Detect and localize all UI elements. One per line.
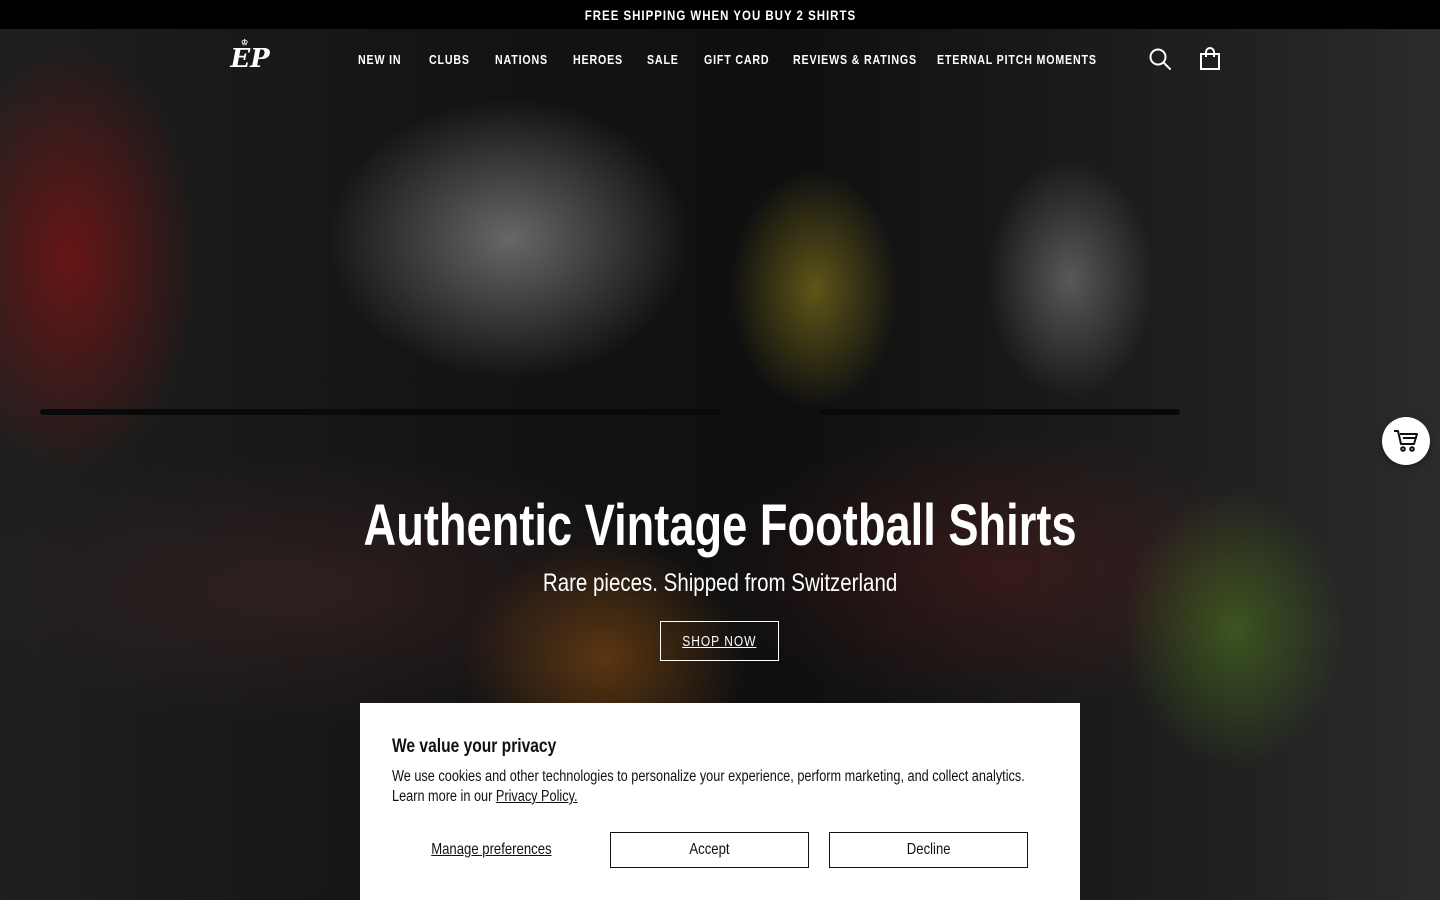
nav-item-eternal-pitch-moments[interactable]: ETERNAL PITCH MOMENTS xyxy=(937,52,1097,67)
consent-title: We value your privacy xyxy=(392,736,557,757)
decline-button[interactable]: Decline xyxy=(829,832,1028,868)
crown-icon: ♔ xyxy=(241,37,249,47)
cart-icon xyxy=(1394,430,1418,452)
logo[interactable]: ♔ EP xyxy=(230,37,270,79)
consent-actions: Manage preferences Accept Decline xyxy=(392,832,1048,868)
nav-item-new-in[interactable]: NEW IN xyxy=(358,52,429,67)
privacy-policy-link[interactable]: Privacy Policy. xyxy=(496,788,578,805)
nav-item-clubs[interactable]: CLUBS xyxy=(429,52,495,67)
floating-cart-button[interactable] xyxy=(1382,417,1430,465)
shop-now-button[interactable]: SHOP NOW xyxy=(660,621,779,661)
main-nav: NEW IN CLUBS NATIONS HEROES SALE GIFT CA… xyxy=(358,29,1097,89)
manage-preferences-button[interactable]: Manage preferences xyxy=(392,832,591,868)
consent-text: We use cookies and other technologies to… xyxy=(392,768,1025,805)
announcement-bar: FREE SHIPPING WHEN YOU BUY 2 SHIRTS xyxy=(0,0,1440,29)
shopping-bag-icon[interactable] xyxy=(1197,46,1223,72)
cookie-consent-dialog: We value your privacy We use cookies and… xyxy=(360,703,1080,900)
search-icon[interactable] xyxy=(1147,46,1173,72)
nav-item-nations[interactable]: NATIONS xyxy=(495,52,573,67)
hero-title: Authentic Vintage Football Shirts xyxy=(363,493,1077,558)
announcement-text: FREE SHIPPING WHEN YOU BUY 2 SHIRTS xyxy=(584,6,856,23)
accept-button[interactable]: Accept xyxy=(610,832,809,868)
logo-text: EP xyxy=(230,44,270,74)
nav-item-reviews-ratings[interactable]: REVIEWS & RATINGS xyxy=(793,52,937,67)
hero-subtitle: Rare pieces. Shipped from Switzerland xyxy=(542,569,898,597)
nav-item-heroes[interactable]: HEROES xyxy=(573,52,647,67)
nav-item-gift-card[interactable]: GIFT CARD xyxy=(704,52,793,67)
site-header: ♔ EP NEW IN CLUBS NATIONS HEROES SALE GI… xyxy=(0,29,1440,89)
nav-item-sale[interactable]: SALE xyxy=(647,52,704,67)
